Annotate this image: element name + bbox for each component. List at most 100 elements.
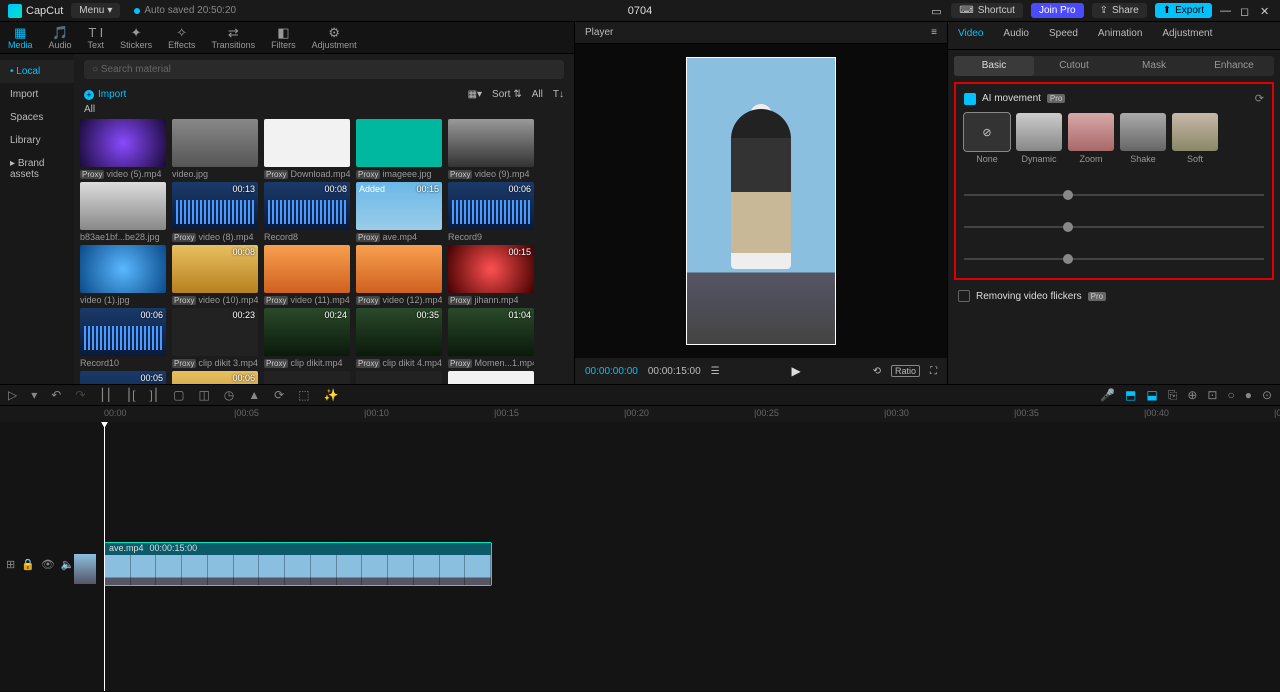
ai-icon[interactable]: ✨ bbox=[324, 388, 339, 402]
shortcut-button[interactable]: ⌨ Shortcut bbox=[951, 3, 1023, 18]
movement-none[interactable]: ⊘None bbox=[964, 113, 1010, 164]
media-item[interactable]: video.jpg bbox=[172, 119, 258, 179]
tab-media[interactable]: ▦Media bbox=[0, 22, 41, 53]
split-icon[interactable]: ⎮⎮ bbox=[99, 388, 112, 402]
media-item[interactable]: 00:08Record8 bbox=[264, 182, 350, 242]
tab-stickers[interactable]: ✦Stickers bbox=[112, 22, 160, 53]
zoom-slider[interactable]: ● bbox=[1245, 388, 1252, 402]
media-item[interactable]: 00:23Proxyclip dikit 3.mp4 bbox=[172, 308, 258, 368]
media-item[interactable]: 00:06 bbox=[172, 371, 258, 384]
view-toggle[interactable]: ▦▾ bbox=[468, 89, 482, 100]
play-button[interactable]: ▶ bbox=[791, 364, 800, 378]
selection-tool-icon[interactable]: ▷ bbox=[8, 388, 17, 402]
sidebar-item-local[interactable]: • Local bbox=[0, 60, 74, 83]
minimize-icon[interactable]: — bbox=[1220, 5, 1232, 17]
snapshot-icon[interactable]: ⟲ bbox=[873, 366, 881, 377]
time-ruler[interactable]: 00:00|00:05|00:10|00:15|00:20|00:25|00:3… bbox=[0, 406, 1280, 422]
rsub-enhance[interactable]: Enhance bbox=[1194, 56, 1274, 76]
mute-icon[interactable]: 🔈 bbox=[61, 558, 75, 571]
rtab-animation[interactable]: Animation bbox=[1088, 22, 1152, 49]
menu-button[interactable]: Menu ▾ bbox=[71, 3, 120, 18]
lock-icon[interactable]: 🔒 bbox=[21, 558, 35, 571]
ai-slider-2[interactable] bbox=[964, 226, 1264, 228]
list-icon[interactable]: ☰ bbox=[711, 366, 720, 377]
cover-off-icon[interactable]: ⬓ bbox=[1146, 388, 1157, 402]
rtab-video[interactable]: Video bbox=[948, 22, 993, 49]
movement-zoom[interactable]: Zoom bbox=[1068, 113, 1114, 164]
media-item[interactable]: Proxyvideo (5).mp4 bbox=[80, 119, 166, 179]
reverse-icon[interactable]: ◷ bbox=[224, 388, 234, 402]
ai-movement-checkbox[interactable] bbox=[964, 93, 976, 105]
media-item[interactable]: ProxyDownload.mp4 bbox=[264, 119, 350, 179]
media-item[interactable]: Proxyimageee.jpg bbox=[356, 119, 442, 179]
maximize-icon[interactable]: ◻ bbox=[1240, 5, 1252, 17]
media-item[interactable]: 00:15AddedProxyave.mp4 bbox=[356, 182, 442, 242]
link-icon[interactable]: ⎘ bbox=[1168, 388, 1178, 403]
ai-slider-3[interactable] bbox=[964, 258, 1264, 260]
playhead[interactable] bbox=[104, 422, 105, 691]
media-item[interactable]: 00:05 bbox=[80, 371, 166, 384]
media-item[interactable]: Proxyvideo (9).mp4 bbox=[448, 119, 534, 179]
flicker-checkbox[interactable] bbox=[958, 290, 970, 302]
fullscreen-icon[interactable]: ⛶ bbox=[930, 366, 937, 377]
redo-icon[interactable]: ↷ bbox=[75, 388, 85, 402]
add-track-icon[interactable]: ⊞ bbox=[6, 558, 15, 571]
rsub-mask[interactable]: Mask bbox=[1114, 56, 1194, 76]
media-item[interactable]: b83ae1bf...be28.jpg bbox=[80, 182, 166, 242]
tab-audio[interactable]: 🎵Audio bbox=[41, 22, 80, 53]
close-icon[interactable]: ✕ bbox=[1260, 5, 1272, 17]
media-item[interactable]: 00:06Record9 bbox=[448, 182, 534, 242]
media-item[interactable]: 01:04ProxyMomen...1.mp4 bbox=[448, 308, 534, 368]
media-item[interactable]: 00:08Proxyvideo (10).mp4 bbox=[172, 245, 258, 305]
timeline-clip[interactable]: ave.mp4 00:00:15:00 bbox=[104, 542, 492, 586]
media-item[interactable]: video (1).jpg bbox=[80, 245, 166, 305]
sidebar-item-import[interactable]: Import bbox=[0, 83, 74, 106]
tab-adjustment[interactable]: ⚙Adjustment bbox=[304, 22, 365, 53]
cover-on-icon[interactable]: ⬒ bbox=[1125, 388, 1136, 402]
timeline-settings-icon[interactable]: ⊙ bbox=[1262, 388, 1272, 402]
zoom-out-icon[interactable]: ○ bbox=[1227, 388, 1234, 402]
sort-button[interactable]: Sort ⇅ bbox=[492, 89, 522, 100]
import-button[interactable]: + Import bbox=[84, 89, 126, 100]
chevron-down-icon[interactable]: ▾ bbox=[31, 388, 37, 402]
delete-icon[interactable]: ▢ bbox=[173, 388, 184, 402]
join-pro-button[interactable]: Join Pro bbox=[1031, 3, 1084, 18]
media-item[interactable]: 00:15Proxyjihann.mp4 bbox=[448, 245, 534, 305]
layout-icon[interactable]: ▭ bbox=[931, 5, 943, 17]
media-item[interactable] bbox=[448, 371, 534, 384]
sidebar-item-library[interactable]: Library bbox=[0, 129, 74, 152]
movement-dynamic[interactable]: Dynamic bbox=[1016, 113, 1062, 164]
reset-icon[interactable]: ⟳ bbox=[1255, 92, 1264, 105]
filter-icon[interactable]: T↓ bbox=[553, 89, 564, 100]
mirror-icon[interactable]: ▲ bbox=[248, 388, 260, 402]
tab-effects[interactable]: ✧Effects bbox=[160, 22, 203, 53]
player-viewport[interactable] bbox=[575, 44, 947, 358]
rtab-adjustment[interactable]: Adjustment bbox=[1152, 22, 1222, 49]
media-item[interactable]: 00:24Proxyclip dikit.mp4 bbox=[264, 308, 350, 368]
movement-soft[interactable]: Soft bbox=[1172, 113, 1218, 164]
eye-icon[interactable]: 👁 bbox=[41, 558, 55, 571]
media-item[interactable] bbox=[264, 371, 350, 384]
crop-icon[interactable]: ⬚ bbox=[298, 388, 309, 402]
search-input[interactable]: ○ Search material bbox=[84, 60, 564, 79]
media-item[interactable]: 00:35Proxyclip dikit 4.mp4 bbox=[356, 308, 442, 368]
media-item[interactable]: Proxyvideo (12).mp4 bbox=[356, 245, 442, 305]
tab-text[interactable]: T IText bbox=[80, 22, 113, 53]
media-item[interactable]: Proxyvideo (11).mp4 bbox=[264, 245, 350, 305]
media-item[interactable]: 00:06Record10 bbox=[80, 308, 166, 368]
split-left-icon[interactable]: ⎮[ bbox=[126, 388, 136, 402]
share-button[interactable]: ⇪ Share bbox=[1092, 3, 1147, 18]
sidebar-item-brand-assets[interactable]: ▸ Brand assets bbox=[0, 152, 74, 186]
movement-shake[interactable]: Shake bbox=[1120, 113, 1166, 164]
rtab-speed[interactable]: Speed bbox=[1039, 22, 1088, 49]
split-right-icon[interactable]: ]⎮ bbox=[150, 388, 160, 402]
rotate-icon[interactable]: ⟳ bbox=[274, 388, 284, 402]
media-item[interactable]: 00:13Proxyvideo (8).mp4 bbox=[172, 182, 258, 242]
tracks-area[interactable]: ⊞ 🔒 👁 🔈 ave.mp4 00:00:15:00 bbox=[0, 422, 1280, 691]
ai-slider-1[interactable] bbox=[964, 194, 1264, 196]
rsub-cutout[interactable]: Cutout bbox=[1034, 56, 1114, 76]
tab-transitions[interactable]: ⇄Transitions bbox=[203, 22, 263, 53]
align-icon[interactable]: ⊕ bbox=[1187, 388, 1197, 402]
tab-filters[interactable]: ◧Filters bbox=[263, 22, 304, 53]
filter-all[interactable]: All bbox=[532, 89, 543, 100]
